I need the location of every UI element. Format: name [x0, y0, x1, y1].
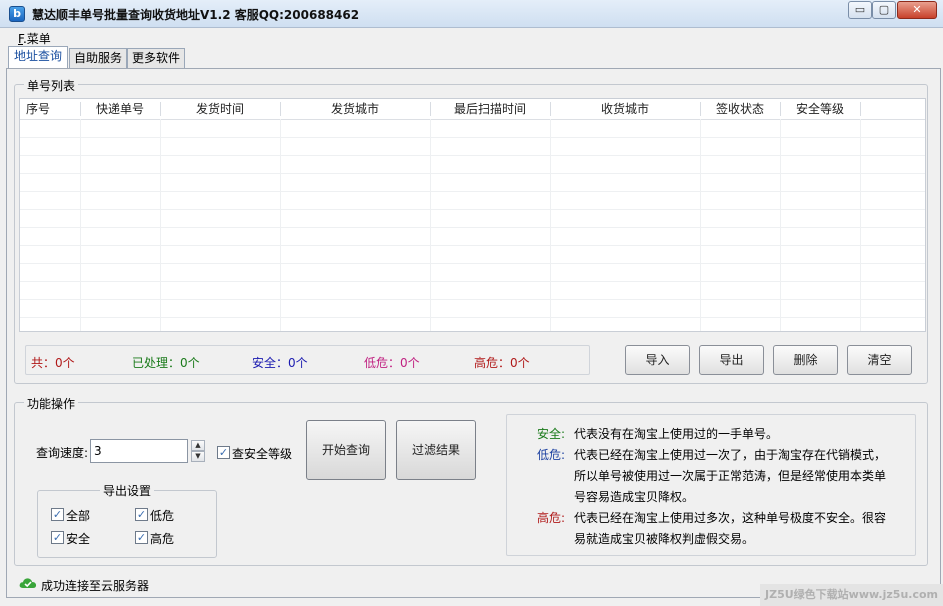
- speed-down-arrow-icon[interactable]: ▼: [191, 451, 205, 462]
- export-button[interactable]: 导出: [699, 345, 764, 375]
- grid-line: [550, 119, 551, 331]
- grid-line: [20, 173, 925, 174]
- tab-address-query[interactable]: 地址查询: [8, 46, 68, 68]
- legend-high-text-1: 代表已经在淘宝上使用过多次，这种单号极度不安全。很容: [574, 511, 887, 525]
- column-header-sign-status[interactable]: 签收状态: [700, 99, 780, 119]
- grid-line: [20, 245, 925, 246]
- grid-line: [20, 227, 925, 228]
- grid-line: [780, 119, 781, 331]
- delete-button[interactable]: 删除: [773, 345, 838, 375]
- check-security-label: 查安全等级: [232, 447, 293, 461]
- legend-safe-key: 安全:: [537, 427, 566, 441]
- column-separator[interactable]: [430, 102, 431, 116]
- status-text: 成功连接至云服务器: [41, 579, 150, 593]
- export-low-label: 低危: [150, 509, 175, 523]
- export-settings-group: [37, 490, 217, 558]
- grid-line: [20, 281, 925, 282]
- maximize-button[interactable]: ▢: [872, 1, 896, 19]
- grid-line: [20, 137, 925, 138]
- grid-line: [860, 119, 861, 331]
- start-query-button[interactable]: 开始查询: [306, 420, 386, 480]
- export-safe-checkbox[interactable]: ✓: [51, 531, 64, 544]
- app-icon: b: [9, 6, 25, 22]
- legend-safe-text: 代表没有在淘宝上使用过的一手单号。: [574, 427, 779, 441]
- import-button[interactable]: 导入: [625, 345, 690, 375]
- menu-item-file[interactable]: F.菜单: [18, 30, 51, 47]
- menu-label: .菜单: [22, 32, 51, 46]
- check-security-checkbox[interactable]: ✓: [217, 446, 230, 459]
- column-header-last-scan-time[interactable]: 最后扫描时间: [430, 99, 550, 119]
- column-header-ship-time[interactable]: 发货时间: [160, 99, 280, 119]
- grid-line: [20, 299, 925, 300]
- window-title: 慧达顺丰单号批量查询收货地址V1.2 客服QQ:200688462: [32, 8, 360, 22]
- export-all-checkbox[interactable]: ✓: [51, 508, 64, 521]
- minimize-button[interactable]: ▭: [848, 1, 872, 19]
- speed-up-arrow-icon[interactable]: ▲: [191, 440, 205, 451]
- export-all-label: 全部: [66, 509, 91, 523]
- export-high-checkbox[interactable]: ✓: [135, 531, 148, 544]
- column-header-security-level[interactable]: 安全等级: [780, 99, 860, 119]
- column-separator[interactable]: [280, 102, 281, 116]
- stat-low-risk: 低危：0个: [364, 356, 420, 370]
- grid-line: [20, 155, 925, 156]
- column-separator[interactable]: [550, 102, 551, 116]
- legend-low-text-2: 所以单号被使用过一次属于正常范涛，但是经常使用本类单: [574, 469, 887, 483]
- export-high-label: 高危: [150, 532, 175, 546]
- column-separator[interactable]: [860, 102, 861, 116]
- export-low-checkbox[interactable]: ✓: [135, 508, 148, 521]
- grid-line: [20, 263, 925, 264]
- header-divider: [20, 119, 925, 120]
- tab-self-service[interactable]: 自助服务: [69, 48, 127, 68]
- stat-total: 共：0个: [31, 356, 75, 370]
- operations-group-title: 功能操作: [24, 395, 79, 412]
- grid-line: [20, 317, 925, 318]
- stat-safe: 安全：0个: [252, 356, 308, 370]
- security-legend: 安全: 代表没有在淘宝上使用过的一手单号。 低危: 代表已经在淘宝上使用过一次了…: [506, 414, 916, 556]
- grid-line: [700, 119, 701, 331]
- legend-high-text-2: 易就造成宝贝被降权判虚假交易。: [574, 532, 755, 546]
- grid-line: [160, 119, 161, 331]
- column-separator[interactable]: [80, 102, 81, 116]
- column-separator[interactable]: [780, 102, 781, 116]
- legend-low-key: 低危:: [537, 448, 566, 462]
- tracking-list[interactable]: 序号 快递单号 发货时间 发货城市 最后扫描时间 收货城市 签收状态 安全等级: [19, 98, 926, 332]
- list-group-title: 单号列表: [24, 77, 79, 94]
- close-button[interactable]: ✕: [897, 1, 937, 19]
- column-separator[interactable]: [160, 102, 161, 116]
- stat-high-risk: 高危：0个: [474, 356, 530, 370]
- legend-low-text-3: 号容易造成宝贝降权。: [574, 490, 695, 504]
- grid-line: [280, 119, 281, 331]
- filter-results-button[interactable]: 过滤结果: [396, 420, 476, 480]
- export-safe-label: 安全: [66, 532, 91, 546]
- stat-processed: 已处理：0个: [132, 356, 200, 370]
- legend-low-text-1: 代表已经在淘宝上使用过一次了，由于淘宝存在代销模式，: [574, 448, 887, 462]
- column-separator[interactable]: [700, 102, 701, 116]
- cloud-check-icon: [19, 578, 37, 588]
- grid-line: [20, 209, 925, 210]
- column-header-index[interactable]: 序号: [20, 99, 56, 119]
- grid-line: [430, 119, 431, 331]
- speed-label: 查询速度:: [36, 446, 89, 460]
- export-settings-title: 导出设置: [100, 482, 155, 499]
- stats-bar: 共：0个 已处理：0个 安全：0个 低危：0个 高危：0个: [25, 345, 590, 375]
- column-header-tracking-number[interactable]: 快递单号: [80, 99, 160, 119]
- tab-more-software[interactable]: 更多软件: [127, 48, 185, 68]
- column-header-receive-city[interactable]: 收货城市: [550, 99, 700, 119]
- watermark: JZ5U绿色下载站www.jz5u.com: [760, 584, 943, 606]
- column-header-ship-city[interactable]: 发货城市: [280, 99, 430, 119]
- menu-bar: [0, 28, 943, 46]
- grid-line: [20, 191, 925, 192]
- clear-button[interactable]: 清空: [847, 345, 912, 375]
- legend-high-key: 高危:: [537, 511, 566, 525]
- grid-line: [80, 119, 81, 331]
- speed-input[interactable]: 3: [90, 439, 188, 463]
